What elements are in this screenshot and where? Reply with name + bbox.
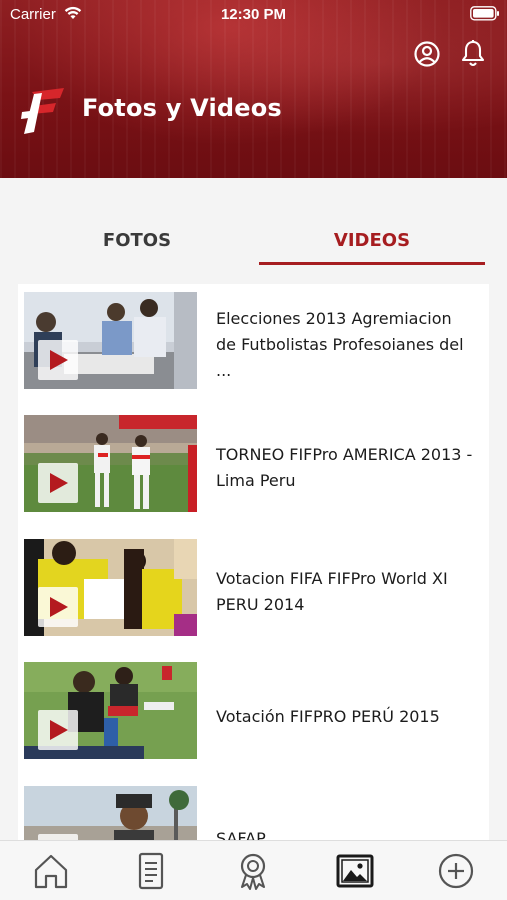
home-icon[interactable] (31, 851, 71, 891)
video-title: Votacion FIFA FIFPro World XI PERU 2014 (216, 569, 448, 614)
video-list-item[interactable]: Votacion FIFA FIFPro World XI PERU 2014 (18, 531, 489, 641)
video-title: TORNEO FIFPro AMERICA 2013 - Lima Peru (216, 445, 473, 490)
play-button[interactable] (38, 340, 78, 380)
video-list-item[interactable]: Votación FIFPRO PERÚ 2015 (18, 654, 489, 764)
bottom-tab-bar (0, 840, 507, 900)
user-circle-icon[interactable] (413, 40, 441, 68)
play-button[interactable] (38, 463, 78, 503)
app-logo (21, 88, 64, 134)
play-button[interactable] (38, 710, 78, 750)
video-title: Votación FIFPRO PERÚ 2015 (216, 707, 440, 726)
gallery-icon[interactable] (335, 851, 375, 891)
tab-videos[interactable]: VIDEOS (259, 230, 485, 251)
video-thumbnail[interactable] (24, 415, 197, 512)
status-time: 12:30 PM (220, 6, 287, 23)
play-icon (50, 350, 68, 370)
video-list-item[interactable]: Elecciones 2013 Agremiacion de Futbolist… (18, 284, 489, 394)
video-list: Elecciones 2013 Agremiacion de Futbolist… (18, 284, 489, 840)
award-icon[interactable] (233, 851, 273, 891)
video-thumbnail[interactable] (24, 292, 197, 389)
video-thumbnail[interactable] (24, 786, 197, 840)
play-icon (50, 597, 68, 617)
video-list-item[interactable]: SAFAP (18, 778, 489, 840)
video-title: SAFAP (216, 829, 266, 840)
document-icon[interactable] (131, 851, 171, 891)
plus-circle-icon[interactable] (436, 851, 476, 891)
battery-icon (470, 6, 499, 21)
video-list-item[interactable]: TORNEO FIFPro AMERICA 2013 - Lima Peru (18, 407, 489, 517)
status-bar: Carrier 12:30 PM (0, 0, 507, 30)
video-thumbnail[interactable] (24, 539, 197, 636)
tab-fotos[interactable]: FOTOS (24, 230, 250, 251)
thumbnail-image (24, 786, 197, 840)
play-icon (50, 720, 68, 740)
play-button[interactable] (38, 587, 78, 627)
header: Carrier 12:30 PM Fotos y Videos (0, 0, 507, 178)
video-title: Elecciones 2013 Agremiacion de Futbolist… (216, 309, 464, 380)
active-tab-indicator (259, 262, 485, 265)
video-thumbnail[interactable] (24, 662, 197, 759)
play-icon (50, 473, 68, 493)
bell-icon[interactable] (459, 39, 487, 69)
segment-tabs: FOTOS VIDEOS (0, 178, 507, 270)
page-title: Fotos y Videos (82, 94, 282, 122)
